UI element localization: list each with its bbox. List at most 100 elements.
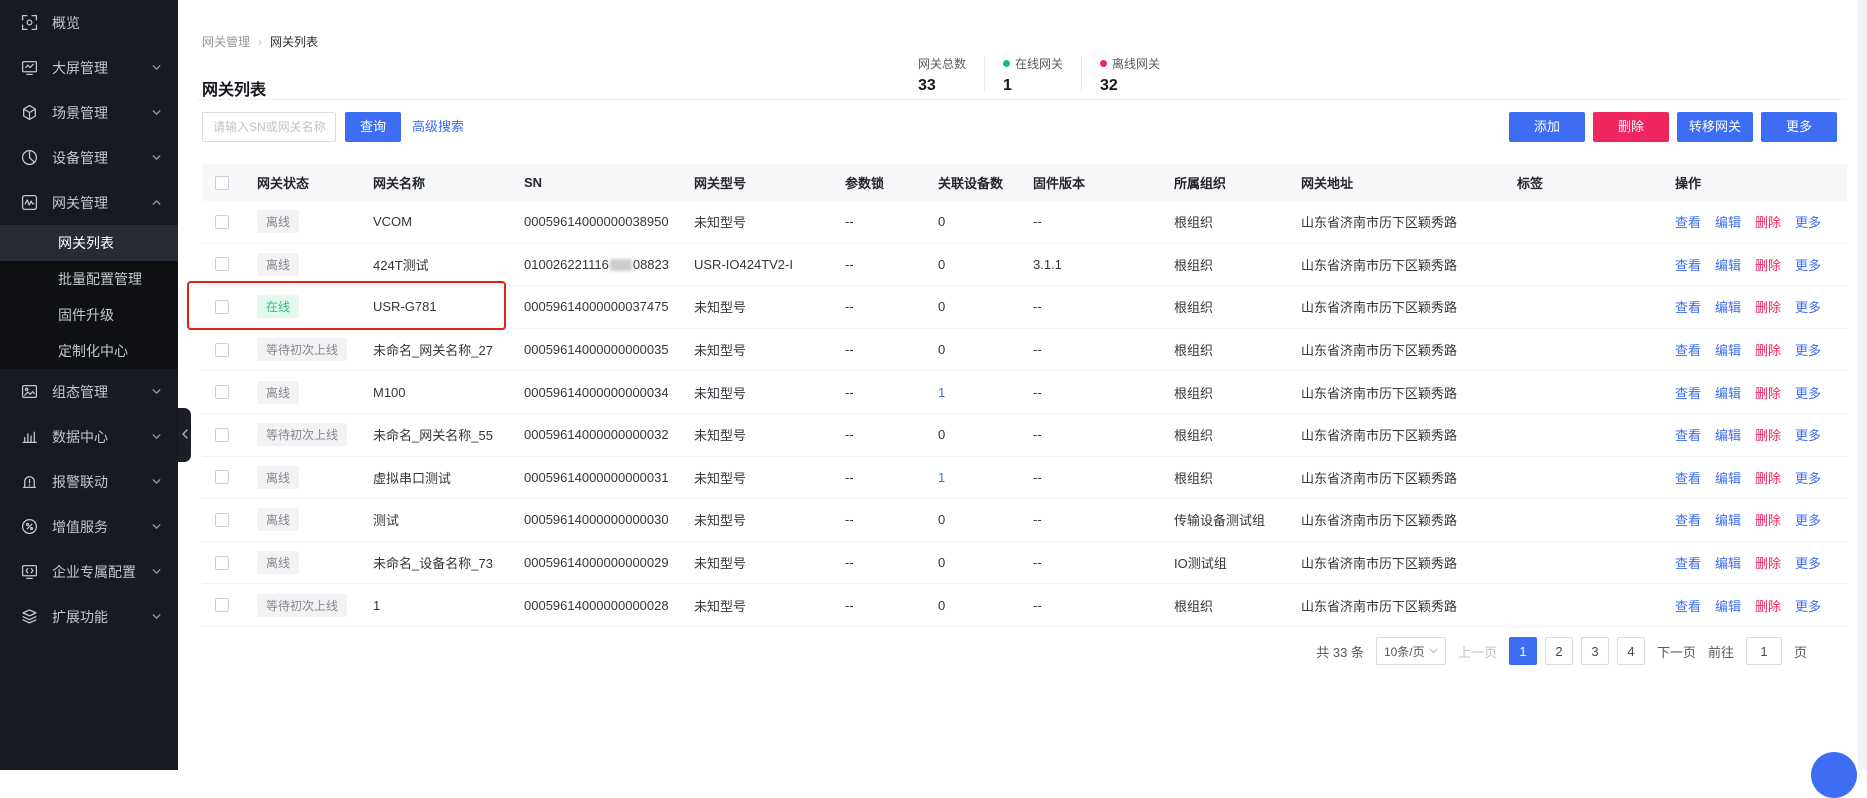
table-action-buttons: 添加 删除 转移网关 更多 <box>1509 112 1837 142</box>
sidebar-item[interactable]: 报警联动 <box>0 459 178 504</box>
op-查看[interactable]: 查看 <box>1675 212 1701 231</box>
row-checkbox[interactable] <box>215 343 229 357</box>
row-checkbox[interactable] <box>215 598 229 612</box>
op-删除[interactable]: 删除 <box>1755 468 1781 487</box>
op-更多[interactable]: 更多 <box>1795 553 1821 572</box>
sidebar-subitem[interactable]: 固件升级 <box>0 297 178 333</box>
op-删除[interactable]: 删除 <box>1755 340 1781 359</box>
page-number-button[interactable]: 1 <box>1509 637 1537 665</box>
sidebar-item[interactable]: 企业专属配置 <box>0 549 178 594</box>
op-删除[interactable]: 删除 <box>1755 255 1781 274</box>
op-查看[interactable]: 查看 <box>1675 255 1701 274</box>
op-删除[interactable]: 删除 <box>1755 425 1781 444</box>
breadcrumb: 网关管理 › 网关列表 <box>202 33 318 50</box>
linked-device-count[interactable]: 1 <box>938 385 945 400</box>
op-删除[interactable]: 删除 <box>1755 553 1781 572</box>
page-number-button[interactable]: 4 <box>1617 637 1645 665</box>
sidebar-item[interactable]: 组态管理 <box>0 369 178 414</box>
sidebar-menu: 概览大屏管理场景管理设备管理网关管理网关列表批量配置管理固件升级定制化中心组态管… <box>0 0 178 639</box>
op-查看[interactable]: 查看 <box>1675 510 1701 529</box>
op-更多[interactable]: 更多 <box>1795 510 1821 529</box>
row-checkbox[interactable] <box>215 513 229 527</box>
op-编辑[interactable]: 编辑 <box>1715 255 1741 274</box>
linked-device-count[interactable]: 1 <box>938 470 945 485</box>
stat-online-label: 在线网关 <box>1015 55 1063 72</box>
op-更多[interactable]: 更多 <box>1795 596 1821 615</box>
page-number-button[interactable]: 3 <box>1581 637 1609 665</box>
sidebar-collapse-toggle[interactable] <box>178 408 191 462</box>
row-checkbox[interactable] <box>215 215 229 229</box>
pagination: 共 33 条 10条/页 上一页 1234 下一页 前往 页 <box>1316 637 1807 665</box>
select-all-checkbox[interactable] <box>215 176 229 190</box>
advanced-search-link[interactable]: 高级搜索 <box>412 112 464 142</box>
sidebar-item[interactable]: 场景管理 <box>0 90 178 135</box>
op-更多[interactable]: 更多 <box>1795 468 1821 487</box>
op-查看[interactable]: 查看 <box>1675 425 1701 444</box>
op-编辑[interactable]: 编辑 <box>1715 553 1741 572</box>
page-size-select[interactable]: 10条/页 <box>1376 637 1446 665</box>
table-body: 离线VCOM00059614000000038950未知型号--0--根组织山东… <box>202 201 1847 627</box>
op-更多[interactable]: 更多 <box>1795 340 1821 359</box>
op-查看[interactable]: 查看 <box>1675 297 1701 316</box>
op-编辑[interactable]: 编辑 <box>1715 340 1741 359</box>
op-查看[interactable]: 查看 <box>1675 383 1701 402</box>
sidebar-item[interactable]: 大屏管理 <box>0 45 178 90</box>
firmware-version: -- <box>1033 342 1174 357</box>
sidebar-item[interactable]: 增值服务 <box>0 504 178 549</box>
row-operations: 查看编辑删除更多 <box>1675 212 1847 231</box>
row-checkbox[interactable] <box>215 257 229 271</box>
breadcrumb-separator: › <box>258 35 262 49</box>
goto-page-input[interactable] <box>1746 637 1782 665</box>
sidebar-subitem[interactable]: 定制化中心 <box>0 333 178 369</box>
more-button[interactable]: 更多 <box>1761 112 1837 142</box>
op-编辑[interactable]: 编辑 <box>1715 596 1741 615</box>
prev-page-button[interactable]: 上一页 <box>1458 642 1497 661</box>
vas-icon <box>20 518 38 536</box>
op-编辑[interactable]: 编辑 <box>1715 297 1741 316</box>
sidebar-item[interactable]: 数据中心 <box>0 414 178 459</box>
op-删除[interactable]: 删除 <box>1755 510 1781 529</box>
firmware-version: -- <box>1033 385 1174 400</box>
search-input[interactable] <box>202 112 336 142</box>
op-更多[interactable]: 更多 <box>1795 212 1821 231</box>
next-page-button[interactable]: 下一页 <box>1657 642 1696 661</box>
row-checkbox[interactable] <box>215 556 229 570</box>
page-number-button[interactable]: 2 <box>1545 637 1573 665</box>
op-编辑[interactable]: 编辑 <box>1715 510 1741 529</box>
transfer-gateway-button[interactable]: 转移网关 <box>1677 112 1753 142</box>
breadcrumb-parent[interactable]: 网关管理 <box>202 33 250 50</box>
op-查看[interactable]: 查看 <box>1675 340 1701 359</box>
sidebar-item[interactable]: 扩展功能 <box>0 594 178 639</box>
op-编辑[interactable]: 编辑 <box>1715 425 1741 444</box>
row-checkbox[interactable] <box>215 385 229 399</box>
sidebar-item[interactable]: 网关管理 <box>0 180 178 225</box>
op-编辑[interactable]: 编辑 <box>1715 383 1741 402</box>
op-编辑[interactable]: 编辑 <box>1715 468 1741 487</box>
delete-button[interactable]: 删除 <box>1593 112 1669 142</box>
op-删除[interactable]: 删除 <box>1755 212 1781 231</box>
row-checkbox[interactable] <box>215 428 229 442</box>
customer-service-float-button[interactable] <box>1811 752 1857 798</box>
sidebar-subitem[interactable]: 网关列表 <box>0 225 178 261</box>
add-button[interactable]: 添加 <box>1509 112 1585 142</box>
sidebar-item[interactable]: 概览 <box>0 0 178 45</box>
op-更多[interactable]: 更多 <box>1795 425 1821 444</box>
op-删除[interactable]: 删除 <box>1755 297 1781 316</box>
op-更多[interactable]: 更多 <box>1795 383 1821 402</box>
row-checkbox[interactable] <box>215 470 229 484</box>
op-查看[interactable]: 查看 <box>1675 553 1701 572</box>
row-checkbox[interactable] <box>215 300 229 314</box>
scrollbar-track[interactable] <box>1858 0 1867 770</box>
op-删除[interactable]: 删除 <box>1755 596 1781 615</box>
gateway-address: 山东省济南市历下区颖秀路 <box>1301 596 1517 615</box>
sidebar-item[interactable]: 设备管理 <box>0 135 178 180</box>
row-operations: 查看编辑删除更多 <box>1675 468 1847 487</box>
op-查看[interactable]: 查看 <box>1675 596 1701 615</box>
sidebar-subitem[interactable]: 批量配置管理 <box>0 261 178 297</box>
op-查看[interactable]: 查看 <box>1675 468 1701 487</box>
op-更多[interactable]: 更多 <box>1795 297 1821 316</box>
op-更多[interactable]: 更多 <box>1795 255 1821 274</box>
query-button[interactable]: 查询 <box>345 112 401 142</box>
op-编辑[interactable]: 编辑 <box>1715 212 1741 231</box>
op-删除[interactable]: 删除 <box>1755 383 1781 402</box>
